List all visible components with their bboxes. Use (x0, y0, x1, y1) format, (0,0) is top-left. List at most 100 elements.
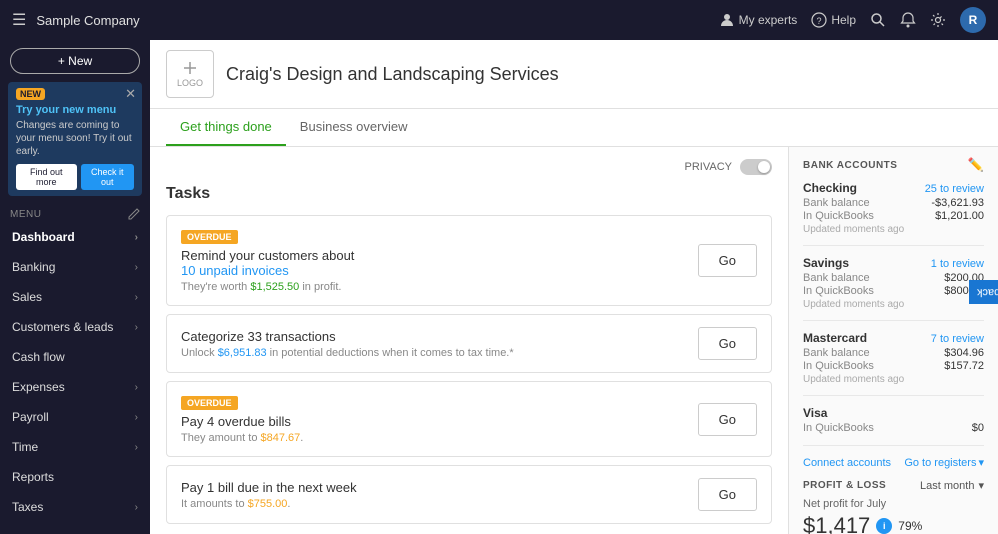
task-go-button[interactable]: Go (698, 403, 757, 436)
bank-qb-row: In QuickBooks $157.72 (803, 360, 984, 372)
overdue-badge: OVERDUE (181, 230, 238, 244)
profit-period-selector[interactable]: Last month ▾ (920, 479, 984, 492)
sidebar-item-sales[interactable]: Sales › (0, 282, 150, 312)
task-card: OVERDUE Pay 4 overdue bills They amount … (166, 381, 772, 457)
gear-icon (930, 12, 946, 28)
sidebar-bottom: Menu settings (0, 522, 150, 534)
menu-section-label: MENU (0, 202, 150, 222)
hamburger-icon[interactable]: ☰ (12, 10, 26, 30)
overdue-badge: OVERDUE (181, 396, 238, 410)
bank-qb-row: In QuickBooks $0 (803, 422, 984, 434)
bank-qb-value: $1,201.00 (935, 210, 984, 222)
bank-updated: Updated moments ago (803, 299, 984, 310)
company-title: Craig's Design and Landscaping Services (226, 64, 559, 85)
tasks-header: Tasks (166, 185, 772, 203)
privacy-row: PRIVACY (166, 159, 772, 175)
bank-qb-label: In QuickBooks (803, 360, 874, 372)
main-layout: + New ✕ NEW Try your new menu Changes ar… (0, 40, 998, 534)
bank-qb-row: In QuickBooks $1,201.00 (803, 210, 984, 222)
bank-updated: Updated moments ago (803, 374, 984, 385)
edit-menu-icon[interactable] (128, 208, 140, 220)
sidebar-item-banking[interactable]: Banking › (0, 252, 150, 282)
connect-row: Connect accounts Go to registers ▾ (803, 456, 984, 469)
task-amount: $847.67 (261, 432, 301, 444)
bank-account-name: Mastercard (803, 331, 867, 345)
person-icon (719, 12, 735, 28)
bank-review-link[interactable]: 1 to review (931, 258, 984, 270)
toggle-knob (758, 161, 770, 173)
bank-balance-label: Bank balance (803, 197, 870, 209)
task-info: OVERDUE Pay 4 overdue bills They amount … (181, 394, 698, 444)
find-more-button[interactable]: Find out more (16, 164, 77, 190)
task-info: OVERDUE Remind your customers about 10 u… (181, 228, 698, 293)
chevron-right-icon: › (135, 442, 138, 453)
user-avatar[interactable]: R (960, 7, 986, 33)
bank-updated: Updated moments ago (803, 224, 984, 235)
help-nav[interactable]: ? Help (811, 12, 856, 28)
body-scroll: PRIVACY Tasks OVERDUE Remind your custom… (150, 147, 998, 534)
right-column: BANK ACCOUNTS ✏️ Checking 25 to review B… (788, 147, 998, 534)
bank-qb-label: In QuickBooks (803, 285, 874, 297)
task-go-button[interactable]: Go (698, 327, 757, 360)
profit-percentage: 79% (898, 519, 922, 533)
bank-balance-label: Bank balance (803, 347, 870, 359)
menu-settings-button[interactable]: Menu settings (10, 530, 140, 534)
task-card: OVERDUE Remind your customers about 10 u… (166, 215, 772, 306)
sidebar-item-payroll[interactable]: Payroll › (0, 402, 150, 432)
privacy-label: PRIVACY (685, 161, 732, 173)
chevron-down-icon: ▾ (978, 456, 984, 469)
settings-nav[interactable] (930, 12, 946, 28)
top-nav: ☰ Sample Company My experts ? Help R (0, 0, 998, 40)
sidebar-item-taxes[interactable]: Taxes › (0, 492, 150, 522)
bank-accounts-header: BANK ACCOUNTS ✏️ (803, 157, 984, 173)
profit-info-badge[interactable]: i (876, 518, 892, 534)
chevron-right-icon: › (135, 502, 138, 513)
sidebar-item-time[interactable]: Time › (0, 432, 150, 462)
plus-icon (182, 60, 198, 76)
bank-review-link[interactable]: 25 to review (925, 183, 984, 195)
task-strong: 10 unpaid invoices (181, 263, 289, 278)
tab-business-overview[interactable]: Business overview (286, 109, 422, 146)
new-button-wrap: + New (0, 40, 150, 82)
sidebar-item-dashboard[interactable]: Dashboard › (0, 222, 150, 252)
sidebar-item-expenses[interactable]: Expenses › (0, 372, 150, 402)
bank-account-name: Checking (803, 181, 857, 195)
bank-account-mastercard: Mastercard 7 to review Bank balance $304… (803, 331, 984, 396)
nav-actions: My experts ? Help R (719, 7, 986, 33)
sidebar-item-customers-leads[interactable]: Customers & leads › (0, 312, 150, 342)
tab-get-things-done[interactable]: Get things done (166, 109, 286, 146)
promo-close-button[interactable]: ✕ (125, 86, 136, 102)
new-button[interactable]: + New (10, 48, 140, 74)
go-to-registers-link[interactable]: Go to registers ▾ (904, 456, 984, 469)
sidebar-item-cash-flow[interactable]: Cash flow (0, 342, 150, 372)
my-experts-nav[interactable]: My experts (719, 12, 798, 28)
bank-qb-value: $0 (972, 422, 984, 434)
chevron-right-icon: › (135, 262, 138, 273)
bank-balance-row: Bank balance $200.00 (803, 272, 984, 284)
bank-balance-value: $304.96 (944, 347, 984, 359)
privacy-toggle[interactable] (740, 159, 772, 175)
task-info: Categorize 33 transactions Unlock $6,951… (181, 329, 698, 359)
left-column: PRIVACY Tasks OVERDUE Remind your custom… (150, 147, 788, 534)
notifications-nav[interactable] (900, 12, 916, 28)
task-go-button[interactable]: Go (698, 478, 757, 511)
connect-accounts-link[interactable]: Connect accounts (803, 457, 891, 469)
feedback-tab[interactable]: Give Feedback (969, 280, 998, 304)
chevron-right-icon: › (135, 412, 138, 423)
bank-balance-value: -$3,621.93 (931, 197, 984, 209)
profit-loss-title: PROFIT & LOSS (803, 480, 886, 491)
promo-desc: Changes are coming to your menu soon! Tr… (16, 119, 134, 158)
sidebar-item-reports[interactable]: Reports (0, 462, 150, 492)
task-card: Categorize 33 transactions Unlock $6,951… (166, 314, 772, 373)
chevron-down-icon: ▾ (978, 479, 984, 492)
bank-account-savings: Savings 1 to review Bank balance $200.00… (803, 256, 984, 321)
search-nav[interactable] (870, 12, 886, 28)
chevron-right-icon: › (135, 382, 138, 393)
task-go-button[interactable]: Go (698, 244, 757, 277)
task-amount: $6,951.83 (218, 347, 267, 359)
check-it-out-button[interactable]: Check it out (81, 164, 135, 190)
task-subtitle: It amounts to $755.00. (181, 498, 698, 510)
task-amount: $1,525.50 (250, 281, 299, 293)
bank-review-link[interactable]: 7 to review (931, 333, 984, 345)
bank-edit-icon[interactable]: ✏️ (968, 157, 984, 173)
